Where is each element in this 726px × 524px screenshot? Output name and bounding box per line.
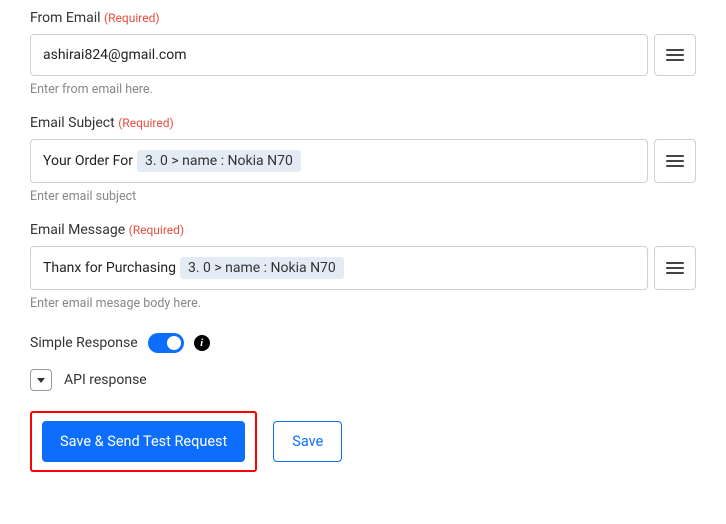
toggle-knob <box>167 336 181 350</box>
email-subject-menu-button[interactable] <box>654 139 696 183</box>
info-icon[interactable]: i <box>194 335 210 351</box>
email-subject-label-text: Email Subject <box>30 115 115 131</box>
save-send-test-button[interactable]: Save & Send Test Request <box>42 421 245 462</box>
api-response-label: API response <box>64 372 147 388</box>
simple-response-row: Simple Response i <box>30 333 696 353</box>
email-message-input-row: Thanx for Purchasing 3. 0 > name : Nokia… <box>30 246 696 290</box>
from-email-label-text: From Email <box>30 10 101 26</box>
simple-response-toggle[interactable] <box>148 333 184 353</box>
email-subject-label: Email Subject (Required) <box>30 115 696 131</box>
api-response-row: API response <box>30 369 696 391</box>
email-subject-input-row: Your Order For 3. 0 > name : Nokia N70 <box>30 139 696 183</box>
email-message-prefix: Thanx for Purchasing <box>43 260 176 276</box>
from-email-field-group: From Email (Required) ashirai824@gmail.c… <box>30 10 696 97</box>
chevron-down-icon <box>37 378 45 383</box>
save-button[interactable]: Save <box>273 421 342 462</box>
from-email-input[interactable]: ashirai824@gmail.com <box>30 34 648 76</box>
highlight-annotation: Save & Send Test Request <box>30 411 257 472</box>
email-subject-field-group: Email Subject (Required) Your Order For … <box>30 115 696 204</box>
email-message-label: Email Message (Required) <box>30 222 696 238</box>
email-subject-required: (Required) <box>118 116 173 130</box>
hamburger-icon <box>666 155 684 167</box>
button-row: Save & Send Test Request Save <box>30 411 696 472</box>
hamburger-icon <box>666 262 684 274</box>
email-subject-input[interactable]: Your Order For 3. 0 > name : Nokia N70 <box>30 139 648 183</box>
email-message-field-group: Email Message (Required) Thanx for Purch… <box>30 222 696 311</box>
from-email-value: ashirai824@gmail.com <box>43 47 186 63</box>
email-message-label-text: Email Message <box>30 222 125 238</box>
email-message-token[interactable]: 3. 0 > name : Nokia N70 <box>180 257 344 279</box>
email-message-input[interactable]: Thanx for Purchasing 3. 0 > name : Nokia… <box>30 246 648 290</box>
email-subject-prefix: Your Order For <box>43 153 133 169</box>
email-message-required: (Required) <box>129 223 184 237</box>
api-response-toggle[interactable] <box>30 369 52 391</box>
simple-response-label: Simple Response <box>30 335 138 351</box>
email-subject-helper: Enter email subject <box>30 189 696 204</box>
email-subject-token[interactable]: 3. 0 > name : Nokia N70 <box>137 150 301 172</box>
email-message-menu-button[interactable] <box>654 246 696 290</box>
from-email-helper: Enter from email here. <box>30 82 696 97</box>
email-message-helper: Enter email mesage body here. <box>30 296 696 311</box>
from-email-required: (Required) <box>104 11 159 25</box>
from-email-input-row: ashirai824@gmail.com <box>30 34 696 76</box>
from-email-label: From Email (Required) <box>30 10 696 26</box>
hamburger-icon <box>666 49 684 61</box>
from-email-menu-button[interactable] <box>654 34 696 76</box>
